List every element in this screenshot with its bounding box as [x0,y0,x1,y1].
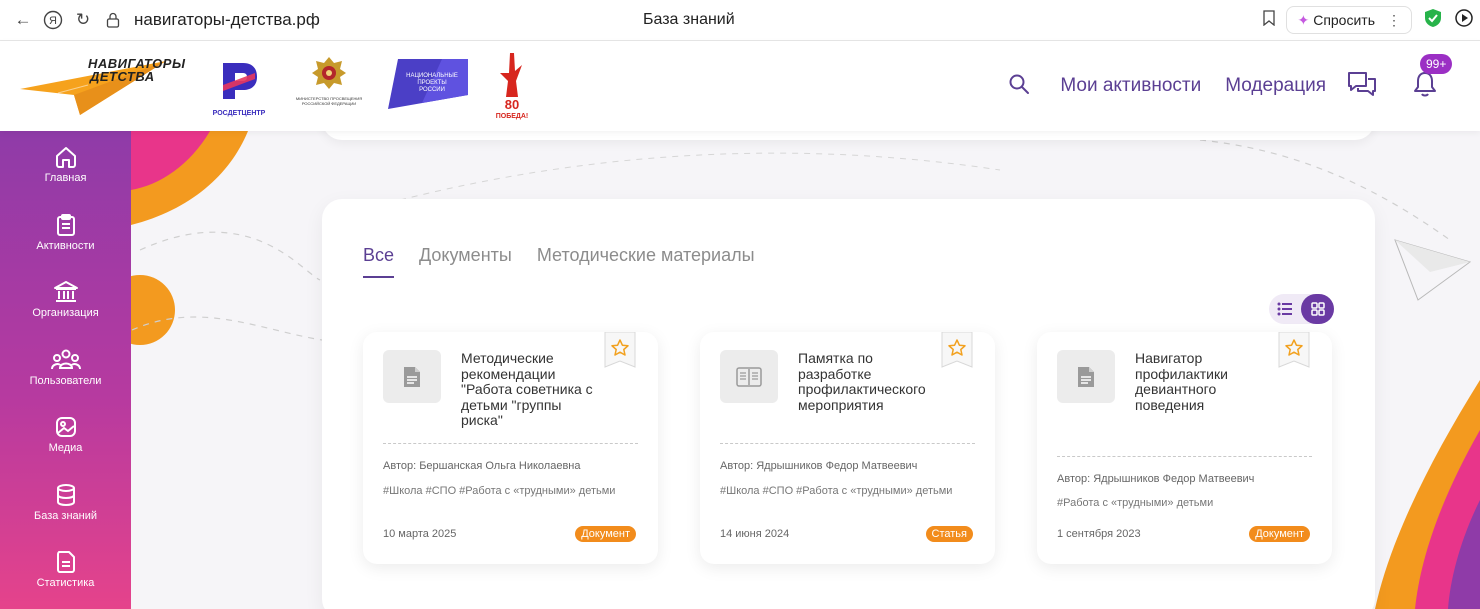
card-type-badge: Документ [1249,526,1310,542]
grid-icon [1310,302,1325,316]
list-icon [1277,302,1292,316]
search-icon[interactable] [1008,73,1030,100]
sidebar-item-knowledge-base[interactable]: База знаний [0,469,131,537]
card-date: 10 марта 2025 [383,528,457,540]
knowledge-card[interactable]: Навигатор профилактики девиантного повед… [1037,332,1332,564]
sidebar-label: Статистика [36,577,95,590]
sidebar-label: Активности [36,239,95,252]
rosdetcentr-caption: РОСДЕТЦЕНТР [212,110,266,117]
card-date: 14 июня 2024 [720,528,790,540]
sidebar-label: База знаний [33,509,98,522]
document-icon [383,350,441,403]
card-divider [720,443,975,444]
view-toggle [1269,294,1334,324]
notifications-button[interactable]: 99+ [1412,53,1453,103]
svg-text:ПОБЕДА!: ПОБЕДА! [496,113,529,120]
tab-methodical-materials[interactable]: Методические материалы [537,245,755,278]
tab-all[interactable]: Все [363,245,395,278]
grid-view-button[interactable] [1301,294,1334,324]
users-icon [50,349,81,369]
card-author: Автор: Ядрышников Федор Матвеевич [720,460,918,472]
svg-text:80: 80 [505,97,519,112]
knowledge-card[interactable]: Памятка по разработке профилактического … [700,332,995,564]
tab-documents[interactable]: Документы [419,245,512,278]
bell-icon [1414,71,1436,96]
card-divider [1057,456,1312,457]
sidebar-label: Медиа [48,442,83,455]
sidebar-label: Организация [32,307,99,320]
knowledge-card[interactable]: Методические рекомендации "Работа советн… [363,332,658,564]
national-projects-logo[interactable]: НАЦИОНАЛЬНЫЕ ПРОЕКТЫ РОССИИ [382,55,472,116]
sidebar: Главная Активности Организация Пользоват… [0,131,131,609]
sidebar-label: Главная [44,172,87,185]
sidebar-item-users[interactable]: Пользователи [0,334,131,402]
nav-my-activities[interactable]: Мои активности [1060,75,1201,97]
sidebar-item-home[interactable]: Главная [0,131,131,199]
site-header: НАВИГАТОРЫ ДЕТСТВА РОСДЕТЦЕНТР МИНИСТЕРС… [0,41,1480,131]
sidebar-item-organization[interactable]: Организация [0,266,131,334]
building-icon [53,281,78,303]
card-date: 1 сентября 2023 [1057,528,1141,540]
home-icon [55,147,76,169]
card-title[interactable]: Методические рекомендации "Работа советн… [461,350,601,429]
list-view-button[interactable] [1269,294,1301,324]
card-author: Автор: Бершанская Ольга Николаевна [383,460,581,472]
rosdetcentr-logo[interactable]: РОСДЕТЦЕНТР [200,59,278,117]
card-author: Автор: Ядрышников Федор Матвеевич [1057,473,1255,485]
sidebar-item-media[interactable]: Медиа [0,401,131,469]
document-icon [56,551,75,574]
national-projects-text: НАЦИОНАЛЬНЫЕ [406,73,458,79]
chat-icon[interactable] [1346,70,1378,103]
svg-text:ПРОЕКТЫ: ПРОЕКТЫ [417,80,446,86]
card-type-badge: Статья [925,526,973,542]
sidebar-label: Пользователи [29,374,102,387]
card-tags: #Школа #СПО #Работа с «трудными» детьми [720,485,953,497]
logo-text-line-2: ДЕТСТВА [90,69,155,84]
clipboard-icon [56,213,75,236]
ministry-logo[interactable]: МИНИСТЕРСТВО ПРОСВЕЩЕНИЯ РОССИЙСКОЙ ФЕДЕ… [292,55,366,106]
favorite-star-icon[interactable] [604,332,636,368]
logo-text: НАВИГАТОРЫ ДЕТСТВА [88,57,185,83]
book-icon [720,350,778,403]
header-nav: Мои активности Модерация 99+ [1008,41,1480,131]
ministry-caption: МИНИСТЕРСТВО ПРОСВЕЩЕНИЯ РОССИЙСКОЙ ФЕДЕ… [295,96,363,106]
nav-moderation[interactable]: Модерация [1225,75,1326,97]
card-title[interactable]: Навигатор профилактики девиантного повед… [1135,350,1275,413]
card-divider [383,443,638,444]
favorite-star-icon[interactable] [941,332,973,368]
card-tags: #Школа #СПО #Работа с «трудными» детьми [383,485,616,497]
card-tags: #Работа с «трудными» детьми [1057,497,1214,509]
sidebar-item-activities[interactable]: Активности [0,199,131,267]
knowledge-base-panel: Все Документы Методические материалы Мет… [322,199,1375,609]
media-icon [55,417,76,438]
card-type-badge: Документ [575,526,636,542]
notifications-badge: 99+ [1420,53,1453,74]
victory-80-logo[interactable]: 80 ПОБЕДА! [492,51,532,126]
tab-bar: Все Документы Методические материалы [363,245,755,278]
card-title[interactable]: Памятка по разработке профилактического … [798,350,938,413]
svg-text:РОССИИ: РОССИИ [419,87,445,93]
document-icon [1057,350,1115,403]
favorite-star-icon[interactable] [1278,332,1310,368]
sidebar-item-statistics[interactable]: Статистика [0,536,131,604]
database-icon [56,483,75,506]
